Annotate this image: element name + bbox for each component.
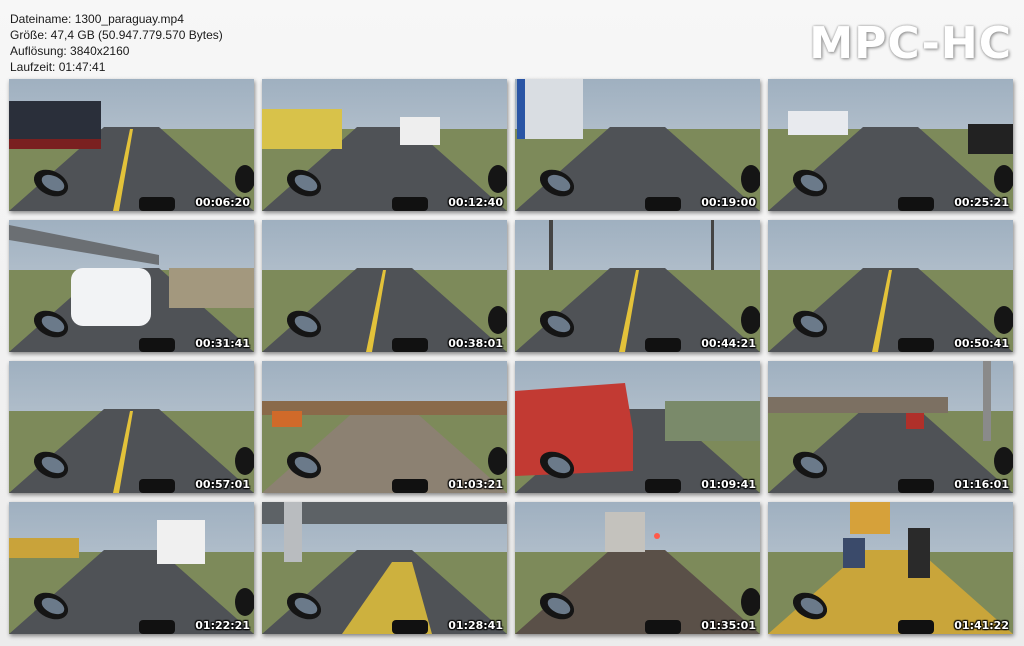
- thumbnail-timestamp: 00:31:41: [195, 337, 250, 350]
- file-size: Größe: 47,4 GB (50.947.779.570 Bytes): [10, 28, 223, 42]
- thumbnail-timestamp: 01:22:21: [195, 619, 250, 632]
- video-thumbnail: 00:06:20: [9, 79, 254, 211]
- video-thumbnail: 00:31:41: [9, 220, 254, 352]
- thumbnail-timestamp: 01:09:41: [701, 478, 756, 491]
- thumbnail-timestamp: 01:03:21: [448, 478, 503, 491]
- video-thumbnail: 01:35:01: [515, 502, 760, 634]
- file-resolution: Auflösung: 3840x2160: [10, 44, 130, 58]
- thumbnail-timestamp: 00:38:01: [448, 337, 503, 350]
- thumbnail-timestamp: 00:12:40: [448, 196, 503, 209]
- mpc-hc-logo: MPC-HC: [809, 18, 1012, 69]
- thumbnail-timestamp: 00:19:00: [701, 196, 756, 209]
- video-thumbnail: 01:28:41: [262, 502, 507, 634]
- video-thumbnail: 00:57:01: [9, 361, 254, 493]
- thumbnail-grid: 00:06:20 00:12:40 00:19:00 00:25:21 00:3…: [9, 79, 1013, 634]
- thumbnail-timestamp: 00:25:21: [954, 196, 1009, 209]
- video-thumbnail: 00:44:21: [515, 220, 760, 352]
- thumbnail-timestamp: 01:41:22: [954, 619, 1009, 632]
- video-thumbnail: 01:22:21: [9, 502, 254, 634]
- thumbnail-timestamp: 00:50:41: [954, 337, 1009, 350]
- video-thumbnail: 01:09:41: [515, 361, 760, 493]
- video-thumbnail: 00:50:41: [768, 220, 1013, 352]
- thumbnail-timestamp: 01:16:01: [954, 478, 1009, 491]
- video-thumbnail: 01:41:22: [768, 502, 1013, 634]
- video-thumbnail: 01:16:01: [768, 361, 1013, 493]
- file-duration: Laufzeit: 01:47:41: [10, 60, 106, 74]
- video-thumbnail: 01:03:21: [262, 361, 507, 493]
- thumbnail-timestamp: 01:28:41: [448, 619, 503, 632]
- thumbnail-timestamp: 01:35:01: [701, 619, 756, 632]
- thumbnail-timestamp: 00:06:20: [195, 196, 250, 209]
- thumbnail-timestamp: 00:57:01: [195, 478, 250, 491]
- video-thumbnail: 00:38:01: [262, 220, 507, 352]
- file-info: Dateiname: 1300_paraguay.mp4 Größe: 47,4…: [10, 11, 223, 75]
- video-thumbnail: 00:19:00: [515, 79, 760, 211]
- video-thumbnail: 00:25:21: [768, 79, 1013, 211]
- thumbnail-timestamp: 00:44:21: [701, 337, 756, 350]
- file-name: Dateiname: 1300_paraguay.mp4: [10, 12, 184, 26]
- video-thumbnail: 00:12:40: [262, 79, 507, 211]
